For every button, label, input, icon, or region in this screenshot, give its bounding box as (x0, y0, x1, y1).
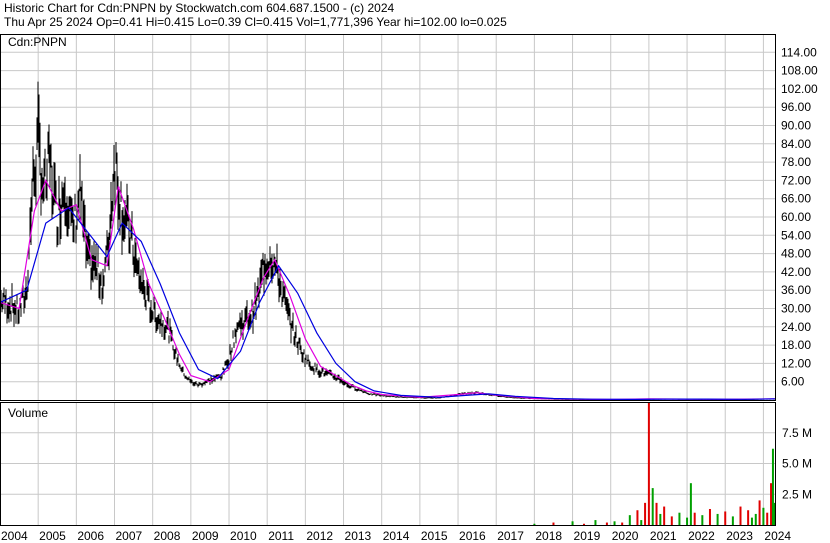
volume-bar (655, 502, 658, 525)
year-tick-label: 2008 (154, 529, 181, 543)
volume-bar (640, 520, 643, 525)
axis-labels: 114.00 108.00 102.00 96.00 90.00 84.00 78.00 72… (1, 45, 818, 543)
price-tick-label: 18.00 (781, 338, 811, 352)
price-tick-label: 108.00 (781, 64, 818, 78)
year-tick-label: 2021 (650, 529, 677, 543)
volume-bar (628, 515, 631, 525)
panel-frames (0, 34, 776, 526)
year-tick-label: 2016 (459, 529, 486, 543)
year-tick-label: 2020 (612, 529, 639, 543)
volume-tick-label: 5.0 M (782, 457, 812, 471)
volume-bar (758, 500, 761, 525)
volume-bar (693, 512, 696, 525)
price-tick-label: 6.00 (781, 375, 805, 389)
year-tick-label: 2011 (268, 529, 294, 543)
volume-bar (571, 521, 574, 525)
volume-bar (647, 402, 650, 525)
volume-bar (750, 517, 753, 525)
volume-bar (747, 510, 750, 525)
volume-bar (583, 523, 586, 525)
moving-average-long-line (0, 206, 775, 401)
volume-bar (644, 502, 647, 525)
price-tick-label: 24.00 (781, 320, 811, 334)
price-tick-label: 90.00 (781, 119, 811, 133)
year-tick-label: 2019 (574, 529, 601, 543)
year-tick-label: 2009 (192, 529, 219, 543)
volume-bar (663, 506, 666, 525)
volume-bar (605, 522, 608, 525)
symbol-label: Cdn:PNPN (8, 35, 67, 49)
volume-bar (770, 483, 773, 525)
year-tick-label: 2006 (77, 529, 104, 543)
volume-bar (659, 513, 662, 525)
volume-bar (686, 517, 689, 525)
price-tick-label: 60.00 (781, 210, 811, 224)
year-tick-label: 2012 (306, 529, 333, 543)
year-tick-label: 2018 (535, 529, 562, 543)
year-tick-label: 2010 (230, 529, 257, 543)
price-tick-label: 78.00 (781, 155, 811, 169)
price-tick-label: 102.00 (781, 82, 818, 96)
volume-bar (621, 522, 624, 525)
volume-bar (670, 516, 673, 525)
price-tick-label: 48.00 (781, 247, 811, 261)
year-tick-label: 2004 (1, 529, 28, 543)
volume-bar (613, 521, 616, 525)
price-tick-label: 114.00 (781, 45, 817, 59)
volume-bar (552, 522, 555, 525)
volume-bar (651, 488, 654, 525)
year-tick-label: 2024 (764, 529, 791, 543)
year-tick-label: 2015 (421, 529, 448, 543)
price-tick-label: 84.00 (781, 137, 811, 151)
volume-bar (754, 513, 757, 525)
price-tick-label: 54.00 (781, 228, 811, 242)
price-tick-label: 66.00 (781, 192, 811, 206)
volume-bar (724, 511, 727, 525)
price-tick-label: 12.00 (781, 356, 811, 370)
volume-bar (689, 483, 692, 525)
price-grid (0, 34, 776, 400)
volume-tick-label: 7.5 M (782, 426, 812, 440)
year-tick-label: 2013 (345, 529, 372, 543)
volume-bar (766, 512, 769, 525)
year-tick-label: 2022 (688, 529, 715, 543)
volume-bar (716, 513, 719, 525)
price-bars (0, 81, 775, 401)
volume-panel-title: Volume (8, 406, 48, 420)
volume-bar (678, 512, 681, 525)
price-tick-label: 96.00 (781, 100, 811, 114)
year-tick-label: 2017 (497, 529, 524, 543)
volume-bar (708, 509, 711, 525)
volume-bar (771, 448, 774, 525)
price-tick-label: 42.00 (781, 265, 811, 279)
year-tick-label: 2005 (39, 529, 66, 543)
volume-bar (636, 510, 639, 525)
volume-bar (731, 516, 734, 525)
price-tick-label: 36.00 (781, 283, 811, 297)
chart-stage: Historic Chart for Cdn:PNPN by Stockwatc… (0, 0, 830, 543)
volume-tick-label: 2.5 M (782, 487, 812, 501)
volume-bar (594, 520, 597, 525)
volume-bar (701, 515, 704, 525)
volume-grid (0, 402, 776, 525)
price-tick-label: 30.00 (781, 302, 811, 316)
volume-bar (533, 523, 536, 525)
stock-chart: 114.00 108.00 102.00 96.00 90.00 84.00 78.00 72… (0, 34, 818, 543)
year-tick-label: 2007 (116, 529, 143, 543)
volume-bar (762, 507, 765, 525)
price-tick-label: 72.00 (781, 173, 811, 187)
year-tick-label: 2014 (383, 529, 410, 543)
volume-bar (739, 506, 742, 525)
year-tick-label: 2023 (726, 529, 753, 543)
